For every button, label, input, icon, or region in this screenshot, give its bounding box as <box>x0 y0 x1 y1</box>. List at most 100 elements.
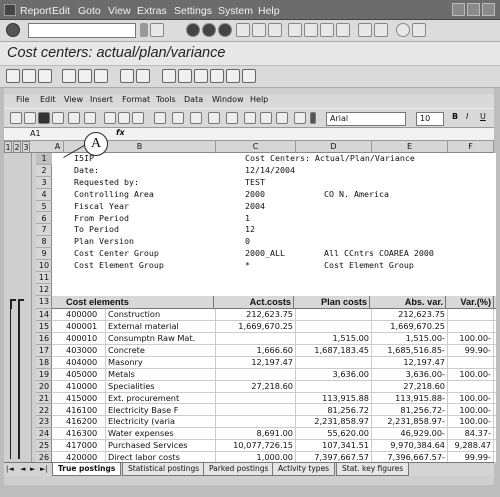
paste-icon[interactable] <box>132 112 144 124</box>
sheet-tab-stat-key-figures[interactable]: Stat. key figures <box>336 463 410 476</box>
zoom-icon[interactable] <box>276 112 288 124</box>
row-number[interactable]: 18 <box>36 357 52 369</box>
layout-menu-icon[interactable] <box>412 23 426 37</box>
help-icon[interactable] <box>396 23 410 37</box>
var-pct-cell[interactable] <box>448 356 494 369</box>
abs-var-cell[interactable]: 9,970,384.64 <box>372 440 448 453</box>
column-header-d[interactable]: D <box>296 141 372 153</box>
filter-icon[interactable] <box>22 69 36 83</box>
sort-ascending-icon[interactable] <box>244 112 256 124</box>
var-pct-cell[interactable]: 84.37- <box>448 428 494 441</box>
row-number[interactable]: 8 <box>36 236 52 249</box>
sheet-tab-statistical-postings[interactable]: Statistical postings <box>122 463 206 476</box>
row-number[interactable]: 14 <box>36 309 52 322</box>
print-icon[interactable] <box>236 23 250 37</box>
excel-icon[interactable] <box>194 69 208 83</box>
previous-page-icon[interactable] <box>304 23 318 37</box>
act-costs-cell[interactable] <box>216 368 296 381</box>
row-number[interactable]: 22 <box>36 405 52 417</box>
outline-level-2[interactable]: 2 <box>13 141 21 153</box>
font-size-select[interactable]: 10 <box>416 112 444 126</box>
abs-var-cell[interactable]: 2,231,858.97- <box>372 416 448 429</box>
function-icon[interactable]: fx <box>116 128 125 137</box>
shortcut-icon[interactable] <box>374 23 388 37</box>
row-number[interactable]: 16 <box>36 333 52 345</box>
act-costs-cell[interactable]: 27,218.60 <box>216 380 296 393</box>
next-page-icon[interactable] <box>320 23 334 37</box>
outline-bracket[interactable] <box>18 299 24 459</box>
columns-icon[interactable] <box>38 69 52 83</box>
abs-var-header[interactable]: Abs. var. <box>372 295 446 309</box>
layout-icon[interactable] <box>226 69 240 83</box>
act-costs-cell[interactable]: 10,077,726.15 <box>216 440 296 453</box>
command-field[interactable] <box>28 23 136 38</box>
act-costs-cell[interactable]: 12,197.47 <box>216 356 296 369</box>
excel-menu-edit[interactable]: Edit <box>40 95 56 104</box>
plan-costs-cell[interactable]: 1,515.00 <box>296 333 372 346</box>
save-icon[interactable] <box>38 112 50 124</box>
row-number[interactable]: 9 <box>36 248 52 261</box>
chart-wizard-icon[interactable] <box>260 112 272 124</box>
exit-icon[interactable] <box>202 23 216 37</box>
row-number[interactable]: 5 <box>36 201 52 213</box>
next-sheet-icon[interactable]: ► <box>30 465 35 473</box>
var-pct-cell[interactable]: 100.00- <box>448 368 494 381</box>
plan-costs-cell[interactable] <box>296 356 372 369</box>
var-pct-cell[interactable] <box>448 321 494 334</box>
chart-icon[interactable] <box>162 69 176 83</box>
copy-icon[interactable] <box>118 112 130 124</box>
cut-icon[interactable] <box>104 112 116 124</box>
abs-var-cell[interactable]: 1,669,670.25 <box>372 321 448 334</box>
plan-costs-cell[interactable] <box>296 380 372 393</box>
abs-var-cell[interactable]: 3,636.00- <box>372 368 448 381</box>
plan-costs-cell[interactable]: 1,687,183.45 <box>296 345 372 357</box>
sap-logo-icon[interactable] <box>4 4 16 16</box>
sort-icon[interactable] <box>94 69 108 83</box>
row-number[interactable]: 17 <box>36 345 52 357</box>
plan-costs-cell[interactable]: 107,341.51 <box>296 440 372 453</box>
var-pct-cell[interactable] <box>448 309 494 322</box>
undo-icon[interactable] <box>172 112 184 124</box>
sheet-tab-parked-postings[interactable]: Parked postings <box>203 463 275 476</box>
abs-var-cell[interactable]: 46,929.00- <box>372 428 448 441</box>
save-icon[interactable] <box>150 23 164 37</box>
abs-var-cell[interactable]: 212,623.75 <box>372 309 448 322</box>
excel-menu-help[interactable]: Help <box>250 95 268 104</box>
var-pct-cell[interactable]: 9,288.47 <box>448 440 494 453</box>
print-preview-icon[interactable] <box>120 69 134 83</box>
column-header-f[interactable]: F <box>448 141 494 153</box>
row-number[interactable]: 21 <box>36 393 52 405</box>
mail-icon[interactable] <box>210 69 224 83</box>
italic-icon[interactable]: I <box>466 112 478 124</box>
var-pct-cell[interactable] <box>448 380 494 393</box>
abs-var-cell[interactable]: 113,915.88- <box>372 392 448 405</box>
create-session-icon[interactable] <box>358 23 372 37</box>
var-pct-cell[interactable]: 100.00- <box>448 392 494 405</box>
expand-icon[interactable] <box>62 69 76 83</box>
act-costs-cell[interactable]: 1,666.60 <box>216 345 296 357</box>
row-number[interactable]: 2 <box>36 165 52 177</box>
row-number[interactable]: 10 <box>36 260 52 272</box>
enter-icon[interactable] <box>6 23 20 37</box>
close-icon[interactable] <box>482 3 495 16</box>
print-icon[interactable] <box>68 112 80 124</box>
cost-elements-header[interactable]: Cost elements <box>64 295 214 309</box>
plan-costs-cell[interactable]: 113,915.88 <box>296 392 372 405</box>
maximize-icon[interactable] <box>467 3 480 16</box>
permission-icon[interactable] <box>52 112 64 124</box>
abs-var-cell[interactable]: 1,515.00- <box>372 333 448 346</box>
cancel-icon[interactable] <box>218 23 232 37</box>
export-icon[interactable] <box>178 69 192 83</box>
command-dropdown-icon[interactable] <box>140 23 148 37</box>
sheet-tab-activity-types[interactable]: Activity types <box>272 463 336 476</box>
minimize-icon[interactable] <box>452 3 465 16</box>
plan-costs-cell[interactable] <box>296 309 372 322</box>
redo-icon[interactable] <box>190 112 202 124</box>
menu-help[interactable]: Help <box>258 5 280 17</box>
format-painter-icon[interactable] <box>154 112 166 124</box>
var-pct-cell[interactable]: 100.00- <box>448 404 494 417</box>
open-icon[interactable] <box>24 112 36 124</box>
bold-icon[interactable]: B <box>452 112 464 124</box>
new-icon[interactable] <box>10 112 22 124</box>
plan-costs-cell[interactable]: 3,636.00 <box>296 368 372 381</box>
